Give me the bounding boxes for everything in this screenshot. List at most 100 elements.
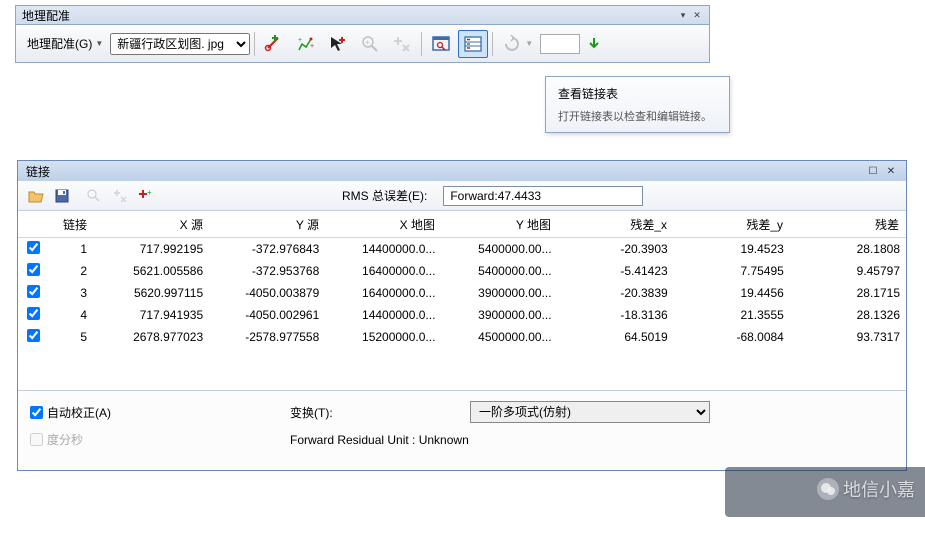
cell-resy: 19.4523: [674, 238, 790, 260]
cell-resy: 21.3555: [674, 304, 790, 326]
table-header[interactable]: 链接 X 源 Y 源 X 地图 Y 地图 残差_x 残差_y 残差: [19, 212, 906, 238]
cell-xmap: 15200000.0...: [325, 326, 441, 348]
cell-id: 3: [48, 282, 93, 304]
links-title-bar[interactable]: 链接 ☐ ✕: [18, 161, 906, 181]
auto-registration-icon[interactable]: ++: [291, 30, 321, 58]
cell-ysrc: -372.953768: [209, 260, 325, 282]
cell-xsrc: 2678.977023: [93, 326, 209, 348]
tooltip-title: 查看链接表: [558, 85, 717, 102]
cell-id: 4: [48, 304, 93, 326]
cell-resy: 7.75495: [674, 260, 790, 282]
col-link[interactable]: 链接: [49, 212, 94, 238]
add-point-icon[interactable]: +: [136, 186, 156, 206]
links-panel: 链接 ☐ ✕ + RMS 总误差(E): Forward:47.4433: [17, 160, 907, 471]
chevron-down-icon: ▼: [95, 39, 103, 48]
tooltip: 查看链接表 打开链接表以检查和编辑链接。: [545, 76, 730, 133]
wechat-icon: [817, 478, 839, 500]
table-row[interactable]: 4 717.941935 -4050.002961 14400000.0... …: [18, 304, 906, 326]
cell-res: 28.1326: [790, 304, 906, 326]
cell-ymap: 5400000.00...: [441, 238, 557, 260]
transform-select[interactable]: 一阶多项式(仿射): [470, 401, 710, 423]
cell-resx: -20.3903: [558, 238, 674, 260]
apply-icon[interactable]: [586, 36, 602, 52]
view-link-table-button[interactable]: [458, 30, 488, 58]
row-checkbox[interactable]: [27, 307, 40, 320]
col-resx[interactable]: 残差_x: [558, 212, 674, 238]
watermark-text: 地信小嘉: [843, 476, 915, 502]
cell-xmap: 16400000.0...: [325, 260, 441, 282]
open-icon[interactable]: [26, 186, 46, 206]
rms-value: Forward:47.4433: [443, 186, 643, 206]
links-table: 链接 X 源 Y 源 X 地图 Y 地图 残差_x 残差_y 残差 1 717.…: [18, 211, 906, 390]
cell-resy: 19.4456: [674, 282, 790, 304]
cell-resx: -18.3136: [558, 304, 674, 326]
col-ymap[interactable]: Y 地图: [442, 212, 558, 238]
toolbar-close-icon[interactable]: ✕: [691, 9, 703, 21]
svg-text:+: +: [298, 37, 302, 44]
table-row[interactable]: 2 5621.005586 -372.953768 16400000.0... …: [18, 260, 906, 282]
svg-text:+: +: [147, 188, 152, 197]
row-checkbox[interactable]: [27, 263, 40, 276]
save-icon[interactable]: [52, 186, 72, 206]
row-checkbox[interactable]: [27, 285, 40, 298]
row-checkbox[interactable]: [27, 241, 40, 254]
col-xsrc[interactable]: X 源: [94, 212, 210, 238]
cell-ymap: 4500000.00...: [441, 326, 557, 348]
add-control-point-icon[interactable]: [259, 30, 289, 58]
cell-xmap: 16400000.0...: [325, 282, 441, 304]
georeferencing-menu[interactable]: 地理配准(G)▼: [22, 31, 108, 56]
cell-id: 2: [48, 260, 93, 282]
cell-xsrc: 717.992195: [93, 238, 209, 260]
chevron-down-icon: ▼: [525, 39, 533, 48]
zoom-to-link-icon[interactable]: +: [355, 30, 385, 58]
rotate-icon[interactable]: ▼: [497, 30, 538, 58]
delete-link-icon[interactable]: [387, 30, 417, 58]
delete-selected-icon[interactable]: [110, 186, 130, 206]
cell-ysrc: -4050.003879: [209, 282, 325, 304]
cell-xmap: 14400000.0...: [325, 238, 441, 260]
table-row[interactable]: 5 2678.977023 -2578.977558 15200000.0...…: [18, 326, 906, 348]
svg-text:+: +: [365, 38, 370, 47]
toolbar-title: 地理配准: [22, 7, 70, 24]
cell-res: 28.1808: [790, 238, 906, 260]
auto-rectify-checkbox[interactable]: [30, 406, 43, 419]
residual-unit-label: Forward Residual Unit : Unknown: [290, 433, 469, 447]
cell-res: 93.7317: [790, 326, 906, 348]
toolbar-dropdown-icon[interactable]: ▾: [677, 9, 689, 21]
table-row[interactable]: 1 717.992195 -372.976843 14400000.0... 5…: [18, 238, 906, 260]
rms-label: RMS 总误差(E):: [342, 187, 427, 204]
links-footer: 自动校正(A) 变换(T): 一阶多项式(仿射) 度分秒 Forward Res…: [18, 390, 906, 470]
cell-res: 9.45797: [790, 260, 906, 282]
cell-resx: 64.5019: [558, 326, 674, 348]
dms-checkbox: [30, 433, 43, 446]
viewer-window-icon[interactable]: [426, 30, 456, 58]
table-row[interactable]: 3 5620.997115 -4050.003879 16400000.0...…: [18, 282, 906, 304]
col-xmap[interactable]: X 地图: [326, 212, 442, 238]
links-title-label: 链接: [26, 163, 50, 180]
cell-xsrc: 717.941935: [93, 304, 209, 326]
col-ysrc[interactable]: Y 源: [210, 212, 326, 238]
cell-ymap: 3900000.00...: [441, 304, 557, 326]
georef-menu-label: 地理配准(G): [27, 35, 92, 52]
rotation-input[interactable]: [540, 34, 580, 54]
cell-id: 1: [48, 238, 93, 260]
cell-resx: -20.3839: [558, 282, 674, 304]
cell-xsrc: 5621.005586: [93, 260, 209, 282]
watermark: 地信小嘉: [817, 476, 915, 502]
row-checkbox[interactable]: [27, 329, 40, 342]
panel-close-icon[interactable]: ✕: [884, 164, 898, 178]
tooltip-body: 打开链接表以检查和编辑链接。: [558, 108, 717, 124]
cell-ymap: 3900000.00...: [441, 282, 557, 304]
cell-ymap: 5400000.00...: [441, 260, 557, 282]
svg-text:+: +: [310, 43, 314, 50]
cell-res: 28.1715: [790, 282, 906, 304]
col-res[interactable]: 残差: [790, 212, 906, 238]
zoom-selected-icon[interactable]: [84, 186, 104, 206]
panel-maximize-icon[interactable]: ☐: [866, 164, 880, 178]
col-resy[interactable]: 残差_y: [674, 212, 790, 238]
image-select[interactable]: 新疆行政区划图. jpg: [110, 33, 250, 55]
auto-rectify-label: 自动校正(A): [47, 404, 111, 421]
select-link-icon[interactable]: [323, 30, 353, 58]
toolbar-title-bar[interactable]: 地理配准 ▾ ✕: [15, 5, 710, 25]
georeferencing-toolbar: 地理配准 ▾ ✕ 地理配准(G)▼ 新疆行政区划图. jpg ++ +: [15, 5, 710, 63]
